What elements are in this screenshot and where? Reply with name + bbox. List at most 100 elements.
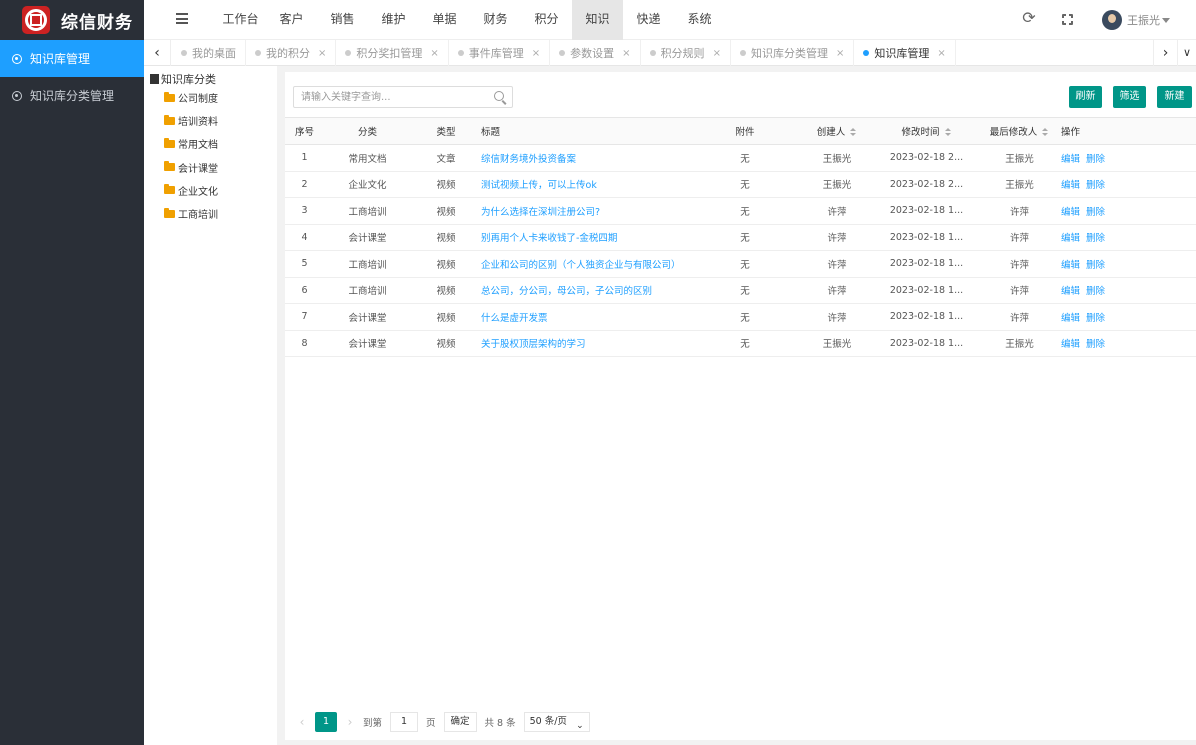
edit-link[interactable]: 编辑 (1061, 339, 1080, 350)
tree-node[interactable]: 会计课堂 (144, 156, 277, 179)
tab-dot-icon (255, 50, 261, 56)
sort-icon[interactable] (850, 128, 857, 137)
sidebar-item-label: 知识库管理 (30, 52, 91, 66)
cell-title[interactable]: 企业和公司的区别（个人独资企业与有限公司） (481, 250, 691, 278)
nav-item[interactable]: 维护 (368, 0, 419, 40)
close-icon[interactable]: × (622, 48, 630, 59)
tab-item[interactable]: 事件库管理 × (449, 40, 551, 66)
tab-menu-icon[interactable]: ∨ (1177, 40, 1196, 66)
cell-ops: 编辑 删除 (1061, 303, 1196, 331)
tree-node[interactable]: 培训资料 (144, 109, 277, 132)
nav-item[interactable]: 销售 (317, 0, 368, 40)
tab-item[interactable]: 参数设置 × (550, 40, 641, 66)
page-input[interactable]: 1 (390, 712, 419, 732)
nav-item[interactable]: 客户 (266, 0, 317, 40)
sidebar-item[interactable]: 知识库管理 (0, 40, 144, 77)
cell-title[interactable]: 别再用个人卡来收钱了-金税四期 (481, 224, 691, 251)
cell-title[interactable]: 关于股权顶层架构的学习 (481, 330, 691, 357)
tab-prev-icon[interactable]: ‹ (144, 40, 171, 66)
tab-next-icon[interactable]: › (1153, 40, 1177, 66)
tab-item[interactable]: 知识库管理 × (854, 40, 956, 66)
page-size-select[interactable]: 50 条/页 ⌄ (523, 712, 590, 732)
cell-last-modifier: 许萍 (978, 277, 1061, 304)
search-icon[interactable] (494, 91, 504, 101)
cell-title[interactable]: 综信财务境外投资备案 (481, 144, 691, 172)
delete-link[interactable]: 删除 (1086, 154, 1105, 165)
tab-item[interactable]: 积分奖扣管理 × (336, 40, 449, 66)
delete-link[interactable]: 删除 (1086, 313, 1105, 324)
cell-last-modifier: 许萍 (978, 197, 1061, 225)
nav-item[interactable]: 知识 (572, 0, 623, 40)
app-logo[interactable]: 综信财务 (0, 0, 144, 40)
nav-item[interactable]: 财务 (470, 0, 521, 40)
tree-node-label: 培训资料 (178, 117, 218, 129)
delete-link[interactable]: 删除 (1086, 233, 1105, 244)
refresh-icon[interactable]: ⟳ (1020, 8, 1038, 27)
page-next-icon[interactable]: › (341, 715, 359, 729)
tree-node[interactable]: 企业文化 (144, 179, 277, 202)
edit-link[interactable]: 编辑 (1061, 207, 1080, 218)
sort-icon[interactable] (944, 128, 952, 137)
cell-ops: 编辑 删除 (1061, 197, 1196, 225)
tab-item[interactable]: 积分规则 × (641, 40, 731, 66)
cell-title[interactable]: 总公司，分公司，母公司，子公司的区别 (481, 277, 691, 304)
filter-button[interactable]: 筛选 (1113, 86, 1146, 108)
tab-item[interactable]: 知识库分类管理 × (731, 40, 855, 66)
tab-item[interactable]: 我的积分 × (246, 40, 337, 66)
close-icon[interactable]: × (937, 48, 945, 59)
tree-node-label: 常用文档 (178, 140, 218, 152)
page-current[interactable]: 1 (315, 712, 337, 732)
nav-item[interactable]: 快递 (623, 0, 674, 40)
cell-title[interactable]: 为什么选择在深圳注册公司? (481, 197, 691, 225)
close-icon[interactable]: × (836, 48, 844, 59)
header-last-modifier[interactable]: 最后修改人 (978, 117, 1061, 145)
delete-link[interactable]: 删除 (1086, 207, 1105, 218)
nav-item[interactable]: 积分 (521, 0, 572, 40)
cell-category: 常用文档 (324, 144, 411, 172)
close-icon[interactable]: × (713, 48, 721, 59)
header-modified[interactable]: 修改时间 (875, 117, 978, 145)
header-creator[interactable]: 创建人 (799, 117, 875, 145)
cell-title[interactable]: 什么是虚开发票 (481, 303, 691, 331)
tree-root[interactable]: 知识库分类 (144, 71, 277, 86)
delete-link[interactable]: 删除 (1086, 260, 1105, 271)
page-prev-icon[interactable]: ‹ (293, 715, 311, 729)
edit-link[interactable]: 编辑 (1061, 286, 1080, 297)
edit-link[interactable]: 编辑 (1061, 313, 1080, 324)
cell-no: 2 (285, 171, 324, 198)
nav-item[interactable]: 工作台 (215, 0, 266, 40)
caret-down-icon[interactable] (1162, 18, 1170, 23)
delete-link[interactable]: 删除 (1086, 286, 1105, 297)
cell-type: 视频 (411, 330, 481, 357)
nav-item[interactable]: 系统 (674, 0, 725, 40)
new-button[interactable]: 新建 (1157, 86, 1192, 108)
tree-node-label: 工商培训 (178, 210, 218, 222)
nav-item[interactable]: 单据 (419, 0, 470, 40)
cell-title[interactable]: 测试视频上传，可以上传ok (481, 171, 691, 198)
delete-link[interactable]: 删除 (1086, 180, 1105, 191)
tab-dot-icon (181, 50, 187, 56)
sidebar-item[interactable]: 知识库分类管理 (0, 77, 144, 114)
tree-node[interactable]: 工商培训 (144, 202, 277, 225)
edit-link[interactable]: 编辑 (1061, 233, 1080, 244)
cell-ops: 编辑 删除 (1061, 144, 1196, 172)
close-icon[interactable]: × (318, 48, 326, 59)
fullscreen-icon[interactable] (1062, 14, 1073, 25)
avatar[interactable] (1102, 10, 1122, 30)
edit-link[interactable]: 编辑 (1061, 154, 1080, 165)
edit-link[interactable]: 编辑 (1061, 260, 1080, 271)
search-input[interactable] (294, 87, 484, 107)
close-icon[interactable]: × (532, 48, 540, 59)
menu-toggle-icon[interactable] (176, 13, 188, 24)
refresh-button[interactable]: 刷新 (1069, 86, 1102, 108)
page-confirm-button[interactable]: 确定 (443, 712, 477, 732)
delete-link[interactable]: 删除 (1086, 339, 1105, 350)
user-name[interactable]: 王振光 (1127, 12, 1160, 28)
tree-node[interactable]: 常用文档 (144, 132, 277, 155)
sort-icon[interactable] (1042, 128, 1049, 137)
tree-node[interactable]: 公司制度 (144, 86, 277, 109)
cell-attachment: 无 (691, 303, 799, 331)
close-icon[interactable]: × (430, 48, 438, 59)
tab-item[interactable]: 我的桌面 (172, 40, 246, 66)
edit-link[interactable]: 编辑 (1061, 180, 1080, 191)
